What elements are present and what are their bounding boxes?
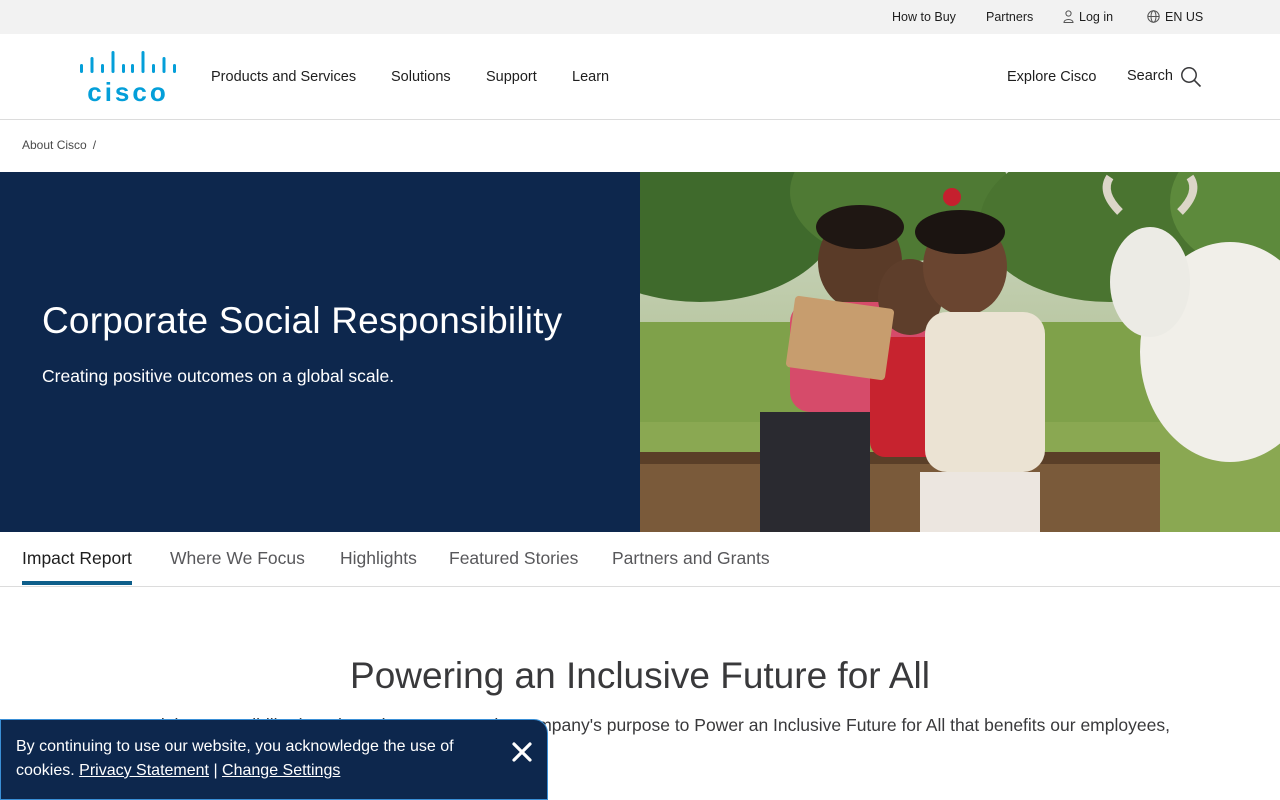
- cisco-logo[interactable]: cisco: [80, 50, 176, 104]
- log-in-link[interactable]: Log in: [1063, 0, 1113, 34]
- hero-title: Corporate Social Responsibility: [42, 300, 563, 341]
- hero-subtitle: Creating positive outcomes on a global s…: [42, 366, 395, 386]
- language-selector[interactable]: EN US: [1147, 0, 1203, 34]
- nav-learn[interactable]: Learn: [572, 34, 609, 119]
- tab-featured-stories[interactable]: Featured Stories: [449, 532, 578, 586]
- utility-bar: How to Buy Partners Log in EN US: [0, 0, 1280, 34]
- hero-panel: Corporate Social Responsibility Creating…: [0, 172, 640, 532]
- close-icon[interactable]: [511, 741, 533, 763]
- hero-image: [640, 172, 1280, 532]
- breadcrumb-separator: /: [92, 138, 97, 152]
- language-label: EN US: [1165, 10, 1204, 24]
- partners-link[interactable]: Partners: [986, 0, 1033, 34]
- search-icon[interactable]: [1180, 66, 1202, 88]
- main-header: cisco Products and Services Solutions Su…: [0, 34, 1280, 120]
- cookie-banner: By continuing to use our website, you ac…: [0, 719, 548, 800]
- search-button[interactable]: Search: [1127, 34, 1173, 119]
- nav-solutions[interactable]: Solutions: [391, 34, 451, 119]
- explore-cisco-button[interactable]: Explore Cisco: [1007, 34, 1096, 119]
- tab-impact-report[interactable]: Impact Report: [22, 532, 132, 586]
- nav-support[interactable]: Support: [486, 34, 537, 119]
- tab-where-we-focus[interactable]: Where We Focus: [170, 532, 305, 586]
- how-to-buy-link[interactable]: How to Buy: [892, 0, 956, 34]
- section-title: Powering an Inclusive Future for All: [350, 655, 930, 696]
- globe-icon: [1147, 10, 1160, 23]
- logo-wordmark: cisco: [87, 77, 169, 104]
- log-in-label: Log in: [1079, 10, 1114, 24]
- tab-partners-grants[interactable]: Partners and Grants: [612, 532, 770, 586]
- breadcrumb-about-cisco[interactable]: About Cisco: [22, 138, 87, 152]
- tab-bar: Impact Report Where We Focus Highlights …: [0, 532, 1280, 587]
- user-icon: [1063, 10, 1074, 24]
- nav-products-services[interactable]: Products and Services: [211, 34, 356, 119]
- tab-highlights[interactable]: Highlights: [340, 532, 417, 586]
- privacy-statement-link[interactable]: Privacy Statement: [79, 762, 209, 779]
- cookie-message: By continuing to use our website, you ac…: [16, 735, 486, 783]
- breadcrumb: About Cisco /: [22, 138, 96, 152]
- change-settings-link[interactable]: Change Settings: [222, 762, 340, 779]
- cookie-divider: |: [213, 762, 218, 779]
